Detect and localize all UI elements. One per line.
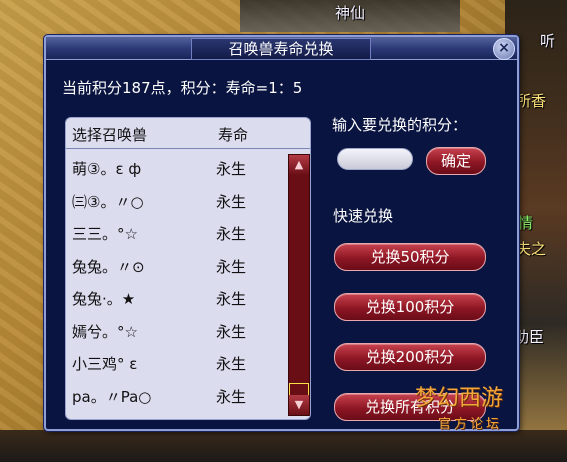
pet-name: 三三。°☆ bbox=[72, 225, 138, 243]
pet-name: pa。〃Pa○ bbox=[72, 387, 152, 406]
world-text-affection: 情 bbox=[518, 214, 534, 232]
header-select-pet: 选择召唤兽 bbox=[72, 126, 148, 144]
world-npc-name: 神仙 bbox=[335, 4, 366, 22]
pet-lifespan: 永生 bbox=[216, 290, 247, 308]
world-text-fragrance: 所香 bbox=[516, 92, 547, 110]
header-lifespan: 寿命 bbox=[218, 126, 249, 144]
pet-lifespan: 永生 bbox=[216, 160, 247, 178]
pet-row[interactable]: 萌③。ε ф 永生 bbox=[66, 154, 286, 187]
pet-row[interactable]: 嫣兮。°☆ 永生 bbox=[66, 317, 286, 350]
pet-row[interactable]: 小三鸡° ε 永生 bbox=[66, 349, 286, 382]
pet-name: ㈢③。〃○ bbox=[72, 192, 144, 211]
dialog-titlebar: 召唤兽寿命兑换 × bbox=[46, 37, 517, 60]
confirm-button[interactable]: 确定 bbox=[426, 147, 486, 175]
world-text-listen: 听 bbox=[540, 32, 556, 50]
pet-lifespan: 永生 bbox=[216, 322, 247, 341]
scroll-up-icon[interactable]: ▲ bbox=[289, 155, 309, 175]
pet-lifespan: 永生 bbox=[216, 257, 247, 276]
close-icon[interactable]: × bbox=[493, 38, 515, 60]
pet-name: 小三鸡° ε bbox=[72, 355, 138, 373]
current-points-text: 当前积分187点，积分：寿命=1：5 bbox=[62, 79, 303, 97]
points-input[interactable] bbox=[337, 148, 413, 170]
pet-lifespan: 永生 bbox=[216, 355, 247, 373]
enter-points-label: 输入要兑换的积分： bbox=[332, 116, 468, 134]
pet-row[interactable]: 兔兔·。★ 永生 bbox=[66, 284, 286, 317]
pet-row[interactable]: 三三。°☆ 永生 bbox=[66, 219, 286, 252]
quick-exchange-label: 快速兑换 bbox=[333, 207, 394, 225]
pet-lifespan-exchange-dialog: 召唤兽寿命兑换 × 当前积分187点，积分：寿命=1：5 选择召唤兽 寿命 萌③… bbox=[44, 35, 519, 431]
pet-row[interactable]: ㈢③。〃○ 永生 bbox=[66, 187, 286, 220]
exchange-100-button[interactable]: 兑换100积分 bbox=[334, 293, 486, 321]
pet-lifespan: 永生 bbox=[216, 225, 247, 243]
dialog-title: 召唤兽寿命兑换 bbox=[191, 38, 371, 60]
exchange-50-button[interactable]: 兑换50积分 bbox=[334, 243, 486, 271]
world-text-husband: 夫之 bbox=[516, 240, 547, 258]
pet-list-panel: 选择召唤兽 寿命 萌③。ε ф 永生 ㈢③。〃○ 永生 三三。°☆ 永生 兔兔。… bbox=[65, 117, 311, 420]
game-world-bottom bbox=[0, 430, 567, 462]
pet-lifespan: 永生 bbox=[216, 192, 247, 211]
exchange-200-button[interactable]: 兑换200积分 bbox=[334, 343, 486, 371]
pet-name: 兔兔。〃⊙ bbox=[72, 257, 145, 276]
scroll-down-icon[interactable]: ▼ bbox=[289, 395, 309, 415]
pet-list-header: 选择召唤兽 寿命 bbox=[66, 118, 310, 149]
pet-lifespan: 永生 bbox=[216, 387, 247, 406]
pet-row[interactable]: pa。〃Pa○ 永生 bbox=[66, 382, 286, 415]
pet-name: 嫣兮。°☆ bbox=[72, 322, 138, 341]
site-logo-watermark: 梦幻西游 bbox=[415, 386, 504, 411]
pet-name: 兔兔·。★ bbox=[72, 290, 136, 308]
pet-list-scrollbar[interactable]: ▲ ▼ bbox=[288, 154, 310, 416]
pet-rows: 萌③。ε ф 永生 ㈢③。〃○ 永生 三三。°☆ 永生 兔兔。〃⊙ 永生 兔兔·… bbox=[66, 154, 286, 414]
pet-row[interactable]: 兔兔。〃⊙ 永生 bbox=[66, 252, 286, 285]
site-logo-subtitle: 官方论坛 bbox=[438, 417, 503, 432]
pet-name: 萌③。ε ф bbox=[72, 160, 142, 178]
